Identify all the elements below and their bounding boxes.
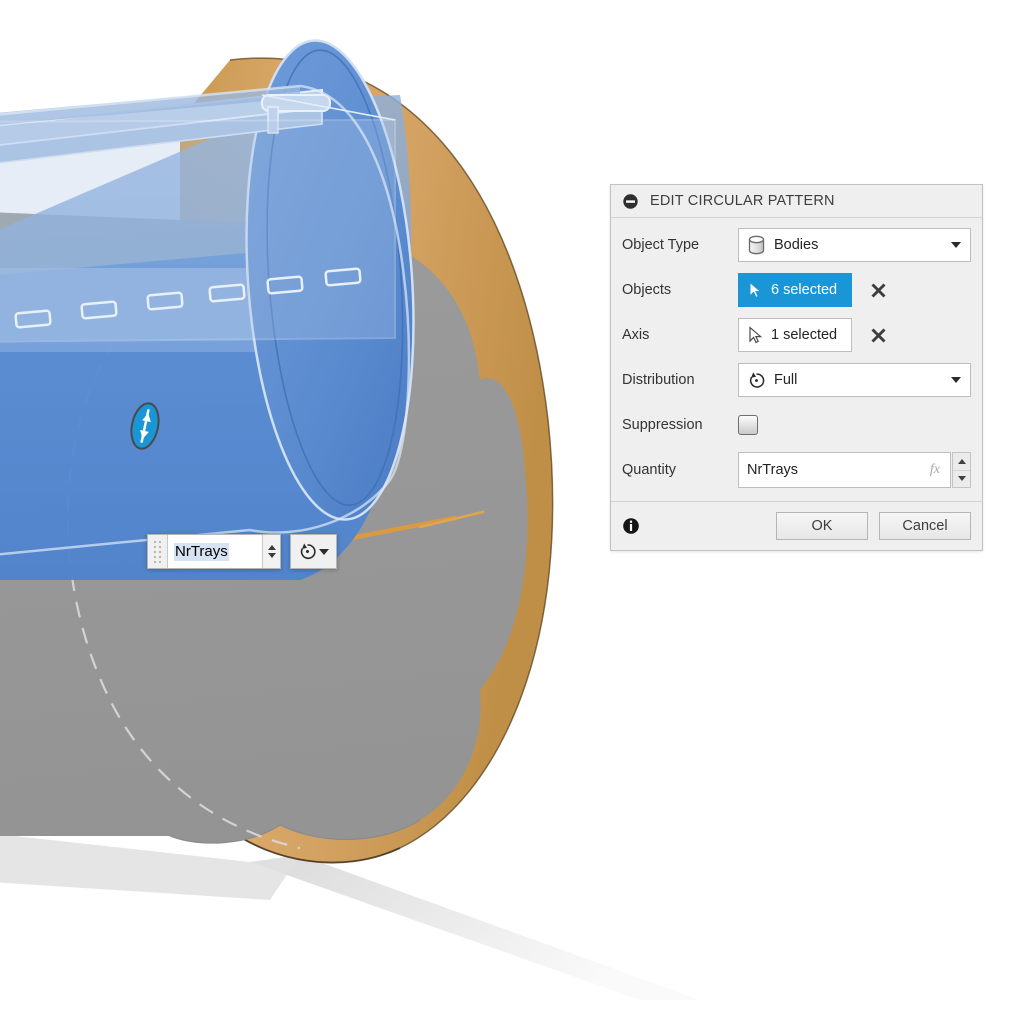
cancel-button[interactable]: Cancel — [879, 512, 971, 540]
row-suppression: Suppression — [622, 407, 971, 443]
triangle-down-icon[interactable] — [267, 553, 276, 558]
close-x-icon — [871, 327, 886, 343]
triangle-down-icon — [957, 476, 966, 482]
suppression-checkbox[interactable] — [738, 415, 758, 435]
chevron-down-icon[interactable] — [951, 242, 961, 248]
chevron-down-icon[interactable] — [319, 548, 329, 555]
app-root: NrTrays EDIT CIRCULAR PATTERN Object Typ… — [0, 0, 1026, 1025]
edit-circular-pattern-dialog[interactable]: EDIT CIRCULAR PATTERN Object Type Bodies… — [610, 184, 983, 551]
dialog-header[interactable]: EDIT CIRCULAR PATTERN — [611, 185, 982, 218]
object-type-dropdown[interactable]: Bodies — [738, 228, 971, 262]
expression-fx-label[interactable]: fx — [930, 462, 940, 478]
quantity-label: Quantity — [622, 462, 676, 478]
cancel-button-label: Cancel — [902, 518, 948, 534]
row-quantity: Quantity NrTrays fx — [622, 452, 971, 488]
quantity-decrement-button[interactable] — [953, 471, 970, 488]
circular-distribution-icon — [749, 371, 765, 388]
objects-clear-button[interactable] — [868, 280, 888, 300]
collapse-minus-icon[interactable] — [622, 193, 639, 210]
objects-selection-button[interactable]: 6 selected — [738, 273, 853, 307]
objects-selection-count: 6 selected — [771, 282, 838, 298]
dialog-body: Object Type Bodies Objects 6 selected Ax… — [611, 218, 982, 502]
triangle-up-icon — [957, 458, 966, 464]
dialog-footer: OK Cancel — [611, 502, 982, 550]
row-object-type: Object Type Bodies — [622, 227, 971, 263]
suppression-label: Suppression — [622, 417, 703, 433]
drag-grip-icon[interactable] — [148, 535, 168, 568]
axis-clear-button[interactable] — [868, 325, 888, 345]
axis-selection-button[interactable]: 1 selected — [738, 318, 853, 352]
axis-label: Axis — [622, 327, 650, 343]
chevron-down-icon[interactable] — [951, 377, 961, 383]
canvas-quantity-value: NrTrays — [174, 542, 229, 561]
canvas-pattern-type-button[interactable] — [290, 534, 337, 569]
selection-cursor-icon — [749, 326, 763, 344]
ok-button[interactable]: OK — [776, 512, 868, 540]
selection-cursor-icon — [749, 281, 762, 299]
object-type-label: Object Type — [622, 237, 700, 253]
dialog-title: EDIT CIRCULAR PATTERN — [650, 193, 835, 209]
ok-button-label: OK — [811, 518, 833, 534]
row-axis: Axis 1 selected — [622, 317, 971, 353]
axis-selection-count: 1 selected — [771, 327, 838, 343]
canvas-quantity-widget[interactable]: NrTrays — [147, 534, 337, 569]
triangle-up-icon[interactable] — [267, 545, 276, 550]
objects-label: Objects — [622, 282, 672, 298]
row-distribution: Distribution Full — [622, 362, 971, 398]
distribution-dropdown[interactable]: Full — [738, 363, 971, 397]
distribution-value: Full — [774, 372, 798, 388]
quantity-increment-button[interactable] — [953, 453, 970, 471]
drag-manipulator-handle[interactable] — [129, 401, 161, 456]
close-x-icon — [871, 282, 886, 298]
info-circle-icon[interactable] — [622, 517, 640, 535]
row-objects: Objects 6 selected — [622, 272, 971, 308]
quantity-value: NrTrays — [747, 462, 799, 478]
canvas-quantity-input[interactable]: NrTrays — [168, 535, 263, 568]
circular-pattern-icon — [300, 543, 316, 560]
canvas-quantity-box[interactable]: NrTrays — [147, 534, 281, 569]
canvas-quantity-stepper[interactable] — [263, 535, 280, 568]
quantity-stepper[interactable] — [952, 452, 971, 488]
double-arrow-drag-handle-icon — [130, 402, 160, 450]
quantity-input[interactable]: NrTrays fx — [738, 452, 951, 488]
object-type-value: Bodies — [774, 237, 819, 253]
quantity-control: NrTrays fx — [738, 452, 971, 488]
distribution-label: Distribution — [622, 372, 695, 388]
body-cylinder-icon — [748, 235, 765, 255]
